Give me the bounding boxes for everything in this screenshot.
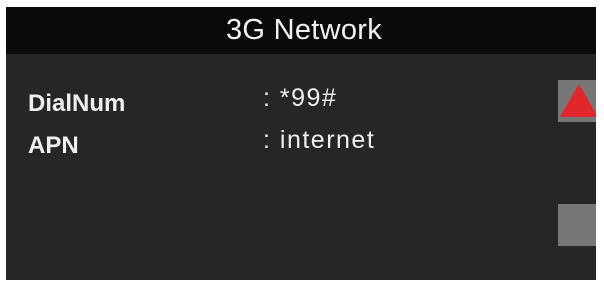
- apn-value[interactable]: : internet: [263, 126, 375, 155]
- device-screen: 3G Network DialNum : *99# APN : internet: [6, 7, 596, 280]
- apn-label: APN: [28, 132, 79, 159]
- dialnum-label: DialNum: [28, 90, 126, 117]
- triangle-up-icon: [560, 84, 596, 117]
- scroll-up-button[interactable]: [558, 80, 596, 122]
- scroll-down-button[interactable]: [558, 204, 596, 246]
- page-title: 3G Network: [225, 14, 383, 46]
- title-bar: 3G Network: [6, 7, 596, 54]
- dialnum-value[interactable]: : *99#: [263, 84, 337, 113]
